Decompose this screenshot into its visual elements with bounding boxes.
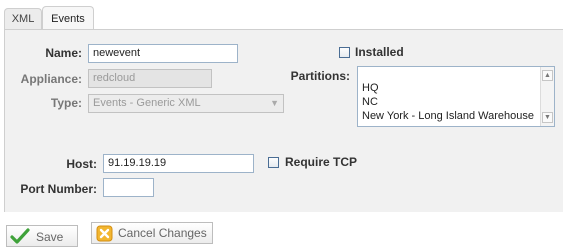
port-number-label: Port Number: bbox=[20, 182, 97, 196]
type-select-value: Events - Generic XML bbox=[93, 97, 201, 109]
partition-option[interactable]: HQ bbox=[362, 82, 379, 94]
host-input[interactable]: 91.19.19.19 bbox=[103, 154, 254, 173]
chevron-down-icon: ▼ bbox=[270, 98, 279, 108]
tab-xml[interactable]: XML bbox=[4, 8, 42, 30]
partitions-listbox[interactable]: HQ NC New York - Long Island Warehouse ▲… bbox=[357, 66, 555, 127]
require-tcp-checkbox[interactable] bbox=[268, 157, 279, 168]
tab-events[interactable]: Events bbox=[42, 6, 94, 30]
name-label: Name: bbox=[45, 46, 82, 60]
partitions-scrollbar[interactable]: ▲ ▼ bbox=[540, 67, 554, 126]
scroll-down-icon[interactable]: ▼ bbox=[542, 112, 553, 123]
close-icon bbox=[96, 225, 113, 242]
name-input[interactable]: newevent bbox=[88, 44, 238, 63]
partition-option[interactable]: New York - Long Island Warehouse bbox=[362, 110, 534, 122]
appliance-label: Appliance: bbox=[20, 72, 82, 86]
installed-checkbox[interactable] bbox=[339, 47, 350, 58]
type-label: Type: bbox=[50, 96, 82, 110]
host-label: Host: bbox=[66, 157, 97, 171]
scroll-up-icon[interactable]: ▲ bbox=[542, 70, 553, 81]
port-number-input[interactable] bbox=[103, 178, 154, 197]
checkmark-icon bbox=[10, 228, 30, 244]
appliance-input: redcloud bbox=[88, 69, 212, 88]
save-button[interactable]: Save bbox=[6, 225, 78, 247]
cancel-changes-label: Cancel Changes bbox=[118, 226, 207, 240]
type-select: Events - Generic XML ▼ bbox=[88, 94, 284, 113]
cancel-changes-button[interactable]: Cancel Changes bbox=[91, 222, 213, 244]
partition-option[interactable]: NC bbox=[362, 96, 378, 108]
partitions-label: Partitions: bbox=[290, 69, 350, 83]
installed-label: Installed bbox=[355, 45, 404, 59]
require-tcp-label: Require TCP bbox=[285, 155, 358, 169]
save-label: Save bbox=[36, 230, 64, 244]
